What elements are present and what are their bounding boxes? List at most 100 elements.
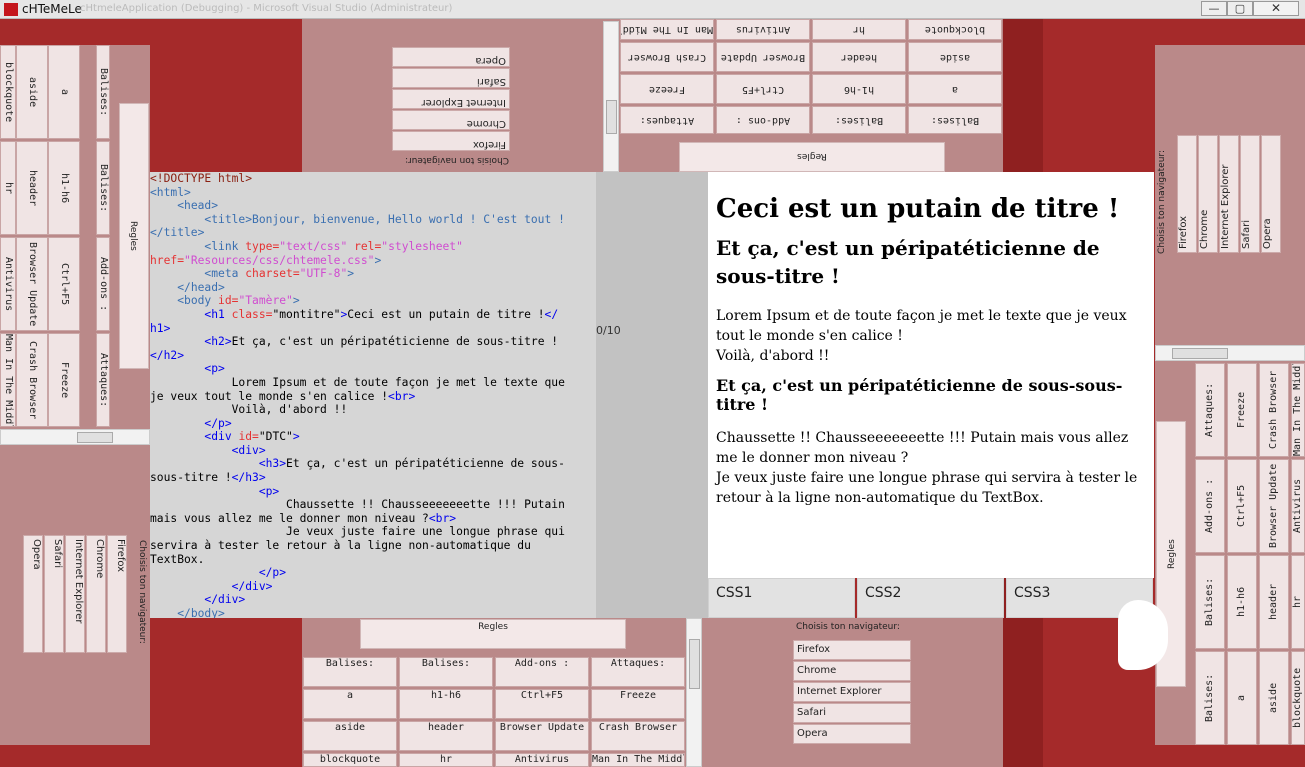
browser-option-ie[interactable]: Internet Explorer <box>392 89 510 109</box>
grid-cell-header[interactable]: header <box>399 721 493 751</box>
browser-option-chrome[interactable]: Chrome <box>793 661 911 681</box>
browser-panel-left: Choisis ton navigateur: Firefox Chrome I… <box>0 445 150 745</box>
preview-paragraph-1: Lorem Ipsum et de toute façon je met le … <box>716 306 1146 366</box>
scrollbar-vertical-top[interactable] <box>603 21 619 172</box>
browser-option-opera[interactable]: Opera <box>392 47 510 67</box>
grid-cell-freeze[interactable]: Freeze <box>620 74 714 104</box>
tab-css1[interactable]: CSS1 <box>708 578 855 618</box>
browser-option-safari[interactable]: Safari <box>793 703 911 723</box>
grid-cell-browser-update[interactable]: Browser Update <box>716 42 810 72</box>
browser-option-chrome[interactable]: Chrome <box>392 110 510 130</box>
code-line: h1> <box>150 321 171 335</box>
grid-cell-blockquote[interactable]: blockquote <box>0 45 16 139</box>
grid-cell-header[interactable]: header <box>16 141 48 235</box>
grid-cell-crash-browser[interactable]: Crash Browser <box>1259 363 1289 457</box>
grid-cell-hr[interactable]: hr <box>0 141 16 235</box>
grid-cell-crash-browser[interactable]: Crash Browser <box>16 333 48 427</box>
scrollbar-horizontal-left[interactable] <box>0 429 150 445</box>
grid-cell-antivirus[interactable]: Antivirus <box>0 237 16 331</box>
html-code-editor[interactable]: <!DOCTYPE html> <html> <head> <title>Bonj… <box>150 172 596 618</box>
scrollbar-thumb[interactable] <box>606 100 617 134</box>
grid-cell-blockquote[interactable]: blockquote <box>1291 651 1305 745</box>
grid-cell-a[interactable]: a <box>908 74 1002 104</box>
grid-cell-antivirus[interactable]: Antivirus <box>495 753 589 767</box>
rules-button-top[interactable]: Regles <box>679 142 945 172</box>
grid-cell-aside[interactable]: aside <box>303 721 397 751</box>
grid-cell-h1h6[interactable]: h1-h6 <box>1227 555 1257 649</box>
grid-cell-ctrlf5[interactable]: Ctrl+F5 <box>495 689 589 719</box>
grid-cell-h1h6[interactable]: h1-h6 <box>399 689 493 719</box>
grid-cell-hr[interactable]: hr <box>1291 555 1305 649</box>
scrollbar-horizontal-right[interactable] <box>1155 345 1305 361</box>
grid-cell-antivirus[interactable]: Antivirus <box>1291 459 1305 553</box>
grid-cell-hr[interactable]: hr <box>812 19 906 40</box>
browser-option-chrome[interactable]: Chrome <box>1198 135 1218 253</box>
tab-css2[interactable]: CSS2 <box>857 578 1004 618</box>
preview-p1-line1: Lorem Ipsum et de toute façon je met le … <box>716 308 1127 344</box>
rules-button-bottom[interactable]: Regles <box>360 619 626 649</box>
grid-cell-browser-update[interactable]: Browser Update <box>495 721 589 751</box>
grid-cell-aside[interactable]: aside <box>908 42 1002 72</box>
grid-cell-header[interactable]: header <box>812 42 906 72</box>
grid-cell-crash-browser[interactable]: Crash Browser <box>591 721 685 751</box>
browser-option-ie[interactable]: Internet Explorer <box>1219 135 1239 253</box>
grid-cell-h1h6[interactable]: h1-h6 <box>48 141 80 235</box>
code-line: <head> <box>150 199 219 213</box>
grid-cell-freeze[interactable]: Freeze <box>591 689 685 719</box>
browser-option-chrome[interactable]: Chrome <box>86 535 106 653</box>
grid-cell-blockquote[interactable]: blockquote <box>908 19 1002 40</box>
code-line: <h2>Et ça, c'est un péripatéticienne de … <box>150 335 559 349</box>
grid-header-tags-1: Balises: <box>96 45 110 139</box>
grid-cell-hr[interactable]: hr <box>399 753 493 767</box>
grid-header-addons: Add-ons : <box>716 106 810 134</box>
browser-option-firefox[interactable]: Firefox <box>392 131 510 151</box>
grid-cell-mitm[interactable]: Man In The Middle <box>1291 363 1305 457</box>
scrollbar-thumb[interactable] <box>689 639 700 689</box>
grid-cell-a[interactable]: a <box>303 689 397 719</box>
minimize-button[interactable]: — <box>1201 1 1227 16</box>
grid-cell-browser-update[interactable]: Browser Update <box>16 237 48 331</box>
browser-option-safari[interactable]: Safari <box>392 68 510 88</box>
grid-cell-ctrlf5[interactable]: Ctrl+F5 <box>48 237 80 331</box>
grid-cell-crash-browser[interactable]: Crash Browser <box>620 42 714 72</box>
grid-cell-blockquote[interactable]: blockquote <box>303 753 397 767</box>
scrollbar-vertical-bottom[interactable] <box>686 618 702 767</box>
grid-cell-mitm[interactable]: Man In The Middle <box>620 19 714 40</box>
html-preview: Ceci est un putain de titre ! Et ça, c'e… <box>708 172 1154 578</box>
close-button[interactable]: ✕ <box>1253 1 1299 16</box>
grid-cell-mitm[interactable]: Man In The Middle <box>591 753 685 767</box>
code-line: Voilà, d'abord !! <box>150 403 348 417</box>
scrollbar-thumb[interactable] <box>1172 348 1228 359</box>
grid-cell-aside[interactable]: aside <box>1259 651 1289 745</box>
grid-cell-header[interactable]: header <box>1259 555 1289 649</box>
browser-option-firefox[interactable]: Firefox <box>107 535 127 653</box>
browser-option-ie[interactable]: Internet Explorer <box>65 535 85 653</box>
browser-option-opera[interactable]: Opera <box>23 535 43 653</box>
grid-header-tags-1: Balises: <box>303 657 397 687</box>
grid-cell-antivirus[interactable]: Antivirus <box>716 19 810 40</box>
code-line: <div id="DTC"> <box>150 430 300 444</box>
grid-cell-aside[interactable]: aside <box>16 45 48 139</box>
maximize-button[interactable]: ▢ <box>1227 1 1253 16</box>
browser-option-safari[interactable]: Safari <box>44 535 64 653</box>
grid-cell-freeze[interactable]: Freeze <box>1227 363 1257 457</box>
browser-option-safari[interactable]: Safari <box>1240 135 1260 253</box>
grid-header-addons: Add-ons : <box>495 657 589 687</box>
grid-header-addons: Add-ons : <box>1195 459 1225 553</box>
grid-cell-freeze[interactable]: Freeze <box>48 333 80 427</box>
grid-cell-ctrlf5[interactable]: Ctrl+F5 <box>716 74 810 104</box>
browser-option-ie[interactable]: Internet Explorer <box>793 682 911 702</box>
browser-option-opera[interactable]: Opera <box>793 724 911 744</box>
grid-cell-browser-update[interactable]: Browser Update <box>1259 459 1289 553</box>
scrollbar-thumb[interactable] <box>77 432 113 443</box>
grid-cell-ctrlf5[interactable]: Ctrl+F5 <box>1227 459 1257 553</box>
browser-option-firefox[interactable]: Firefox <box>793 640 911 660</box>
code-line: </head> <box>150 280 225 294</box>
browser-option-firefox[interactable]: Firefox <box>1177 135 1197 253</box>
grid-cell-mitm[interactable]: Man In The Middle <box>0 333 16 427</box>
grid-cell-a[interactable]: a <box>1227 651 1257 745</box>
rules-button-left[interactable]: Regles <box>119 103 149 369</box>
grid-cell-h1h6[interactable]: h1-h6 <box>812 74 906 104</box>
grid-cell-a[interactable]: a <box>48 45 80 139</box>
browser-option-opera[interactable]: Opera <box>1261 135 1281 253</box>
